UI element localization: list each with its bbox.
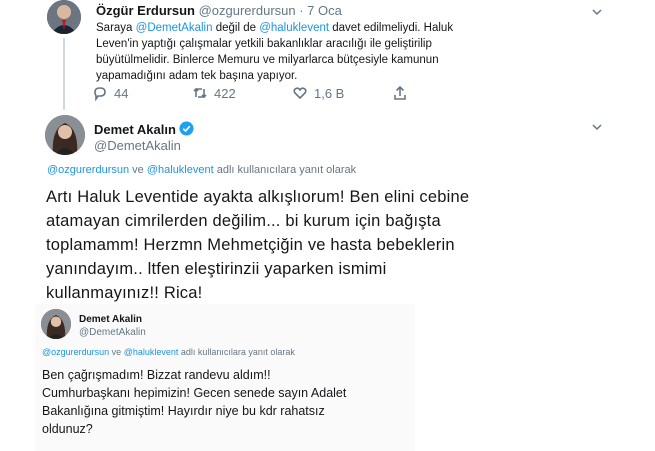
avatar-portrait-icon (47, 0, 81, 34)
tweet3-header: Demet Akalin @DemetAkalin (79, 313, 146, 339)
text-fragment: ve (109, 347, 124, 357)
author-name[interactable]: Demet Akalin (79, 313, 146, 326)
avatar-demet[interactable] (45, 115, 85, 155)
tweet2-line: kullanmayınız!! Rica! (46, 284, 203, 302)
retweet-button[interactable]: 422 (192, 85, 292, 101)
tweet3-line: oldunuz? (42, 422, 93, 436)
like-button[interactable]: 1,6 B (292, 85, 392, 101)
text-fragment: adlı kullanıcılara yanıt olarak (213, 164, 357, 176)
tweet1-header: Özgür Erdursun @ozgurerdursun · 7 Oca (96, 3, 342, 18)
text-fragment: adlı kullanıcılara yanıt olarak (178, 347, 295, 357)
tweet3-line: Ben çağrışmadım! Bizzat randevu aldım!! (42, 368, 271, 382)
thread-line (63, 38, 65, 110)
mention-ozgur[interactable]: @ozgurerdursun (47, 164, 129, 176)
tweet2-line: yanındayım.. ltfen eleştirinzii yaparken… (46, 260, 387, 278)
retweet-icon (193, 87, 207, 99)
mention-demet[interactable]: @DemetAkalin (136, 22, 213, 34)
author-name[interactable]: Özgür Erdursun (96, 3, 195, 18)
reply-context: @ozgurerdursun ve @haluklevent adlı kull… (47, 164, 356, 176)
tweet2-header: Demet Akalın @DemetAkalin (94, 121, 194, 154)
tweet2-text: Artı Haluk Leventide ayakta alkışlıorum!… (46, 185, 606, 305)
avatar-portrait-icon (45, 115, 85, 155)
author-handle[interactable]: @DemetAkalin (79, 326, 146, 339)
avatar-portrait-icon (41, 309, 71, 339)
author-handle[interactable]: @DemetAkalin (94, 138, 194, 154)
chevron-down-icon[interactable] (590, 5, 604, 19)
tweet1-text: Saraya @DemetAkalin değil de @halukleven… (96, 20, 616, 84)
share-button[interactable] (392, 85, 408, 101)
separator: · (295, 3, 308, 18)
tweet2-line: Artı Haluk Leventide ayakta alkışlıorum!… (46, 188, 470, 206)
text-fragment: davet edilmeliydi. Haluk (329, 22, 454, 34)
tweet2-line: atamayan cimrilerden değilim... bi kurum… (46, 212, 441, 230)
avatar-demet[interactable] (41, 309, 71, 339)
mention-haluk[interactable]: @haluklevent (259, 22, 329, 34)
mention-haluk[interactable]: @haluklevent (147, 164, 214, 176)
reply-icon (94, 87, 106, 101)
tweet3-line: Bakanlığına gitmiştim! Hayırdır niye bu … (42, 404, 325, 418)
reply-count: 44 (114, 85, 129, 101)
share-icon (394, 85, 406, 100)
author-handle[interactable]: @ozgurerdursun (199, 3, 296, 18)
chevron-down-icon[interactable] (590, 120, 604, 134)
tweet1-line3: büyütülmelidir. Binlerce Memuru ve milya… (96, 54, 439, 66)
tweet3-line: Cumhurbaşkanı hepimizin! Gecen senede sa… (42, 386, 347, 400)
text-fragment: değil de (212, 22, 260, 34)
tweet-date[interactable]: 7 Oca (307, 3, 342, 18)
mention-haluk[interactable]: @haluklevent (124, 347, 179, 357)
author-name[interactable]: Demet Akalın (94, 122, 176, 137)
tweet1-line2: Leven'in yaptığı çalışmalar yetkili baka… (96, 38, 432, 50)
tweet1-line1: Saraya @DemetAkalin değil de @halukleven… (96, 20, 616, 36)
mention-ozgur[interactable]: @ozgurerdursun (42, 347, 109, 357)
like-icon (293, 87, 307, 100)
like-count: 1,6 B (314, 85, 345, 101)
tweet1-actions: 44 422 1,6 B (92, 85, 432, 101)
tweet3-text: Ben çağrışmadım! Bizzat randevu aldım!! … (42, 366, 412, 438)
tweet1-line4: yapamadığını adam tek başına yapıyor. (96, 70, 298, 82)
retweet-count: 422 (214, 85, 236, 101)
verified-badge-icon (179, 121, 194, 136)
reply-button[interactable]: 44 (92, 85, 192, 101)
text-fragment: ve (129, 164, 147, 176)
tweet2-line: toplamamm! Herzmn Mehmetçiğin ve hasta b… (46, 236, 455, 254)
text-fragment: Saraya (96, 22, 136, 34)
reply-context: @ozgurerdursun ve @haluklevent adlı kull… (42, 347, 295, 357)
avatar-ozgur[interactable] (47, 0, 81, 34)
